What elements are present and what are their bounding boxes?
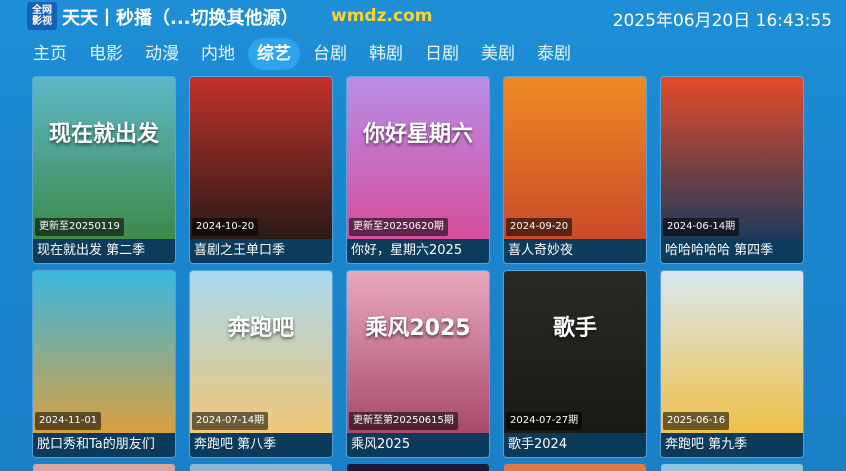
site-url: wmdz.com [331,6,433,26]
show-card-partial[interactable] [504,464,646,471]
show-card[interactable]: 你好星期六更新至20250620期你好，星期六2025 [347,77,489,263]
update-badge: 2024-09-20 [506,218,573,236]
show-title: 你好，星期六2025 [347,239,489,263]
logo-line1: 全网 [32,5,52,16]
tab-9[interactable]: 泰剧 [528,38,580,70]
show-card[interactable]: 歌手 2024-07-27期歌手2024 [504,271,646,457]
show-card[interactable]: 乘风2025 更新至第20250615期 乘风2025 [347,271,489,457]
show-title: 歌手2024 [504,433,646,457]
show-card[interactable]: 2024-11-01 脱口秀和Ta的朋友们 [33,271,175,457]
show-poster: 奔跑吧 2024-07-14期 [190,271,332,433]
show-poster: 2024-11-01 [33,271,175,433]
top-bar: 全网 影视 天天丨秒播（...切换其他源） wmdz.com 2025年06月2… [0,0,846,34]
update-badge: 2024-07-27期 [506,412,583,430]
show-card-partial[interactable] [347,464,489,471]
update-badge: 2024-07-14期 [192,412,269,430]
tab-1[interactable]: 电影 [80,38,132,70]
show-card[interactable]: 2024-06-14期哈哈哈哈哈 第四季 [661,77,803,263]
tab-3[interactable]: 内地 [192,38,244,70]
show-poster: 现在就出发更新至20250119 [33,77,175,239]
show-poster: 2024-10-20 [190,77,332,239]
show-title: 喜人奇妙夜 [504,239,646,263]
app-title[interactable]: 天天丨秒播（...切换其他源） [62,4,299,30]
update-badge: 更新至20250620期 [349,218,448,236]
tab-2[interactable]: 动漫 [136,38,188,70]
show-title: 脱口秀和Ta的朋友们 [33,433,175,457]
poster-title-art: 你好星期六 [362,122,473,147]
update-badge: 2024-06-14期 [663,218,740,236]
show-title: 乘风2025 [347,433,489,457]
show-title: 现在就出发 第二季 [33,239,175,263]
show-card[interactable]: 奔跑吧 2024-07-14期奔跑吧 第八季 [190,271,332,457]
show-card-partial[interactable] [190,464,332,471]
show-title: 喜剧之王单口季 [190,239,332,263]
show-title: 哈哈哈哈哈 第四季 [661,239,803,263]
show-card-partial[interactable] [33,464,175,471]
show-card[interactable]: 现在就出发 更新至20250119 现在就出发 第二季 [33,77,175,263]
logo-line2: 影视 [32,16,52,27]
app-logo: 全网 影视 [27,2,57,30]
show-card[interactable]: 2025-06-16 奔跑吧 第九季 [661,271,803,457]
show-card[interactable]: 2024-09-20 喜人奇妙夜 [504,77,646,263]
show-title: 奔跑吧 第九季 [661,433,803,457]
update-badge: 2024-10-20 [192,218,259,236]
show-card-partial[interactable] [661,464,803,471]
update-badge: 更新至20250119 [35,218,124,236]
category-tabs: 主页 电影 动漫 内地 综艺 台剧 韩剧 日剧 美剧 泰剧 [24,38,584,70]
tab-7[interactable]: 日剧 [416,38,468,70]
show-card[interactable]: 2024-10-20 喜剧之王单口季 [190,77,332,263]
tab-5[interactable]: 台剧 [304,38,356,70]
poster-title-art: 乘风2025 [365,316,471,341]
clock: 2025年06月20日 16:43:55 [612,11,832,31]
show-title: 奔跑吧 第八季 [190,433,332,457]
tab-0[interactable]: 主页 [24,38,76,70]
tab-4[interactable]: 综艺 [248,38,300,70]
show-poster: 乘风2025 更新至第20250615期 [347,271,489,433]
poster-title-art: 歌手 [552,316,597,341]
show-poster: 2025-06-16 [661,271,803,433]
show-poster: 歌手 2024-07-27期 [504,271,646,433]
show-poster: 2024-09-20 [504,77,646,239]
tab-6[interactable]: 韩剧 [360,38,412,70]
show-poster: 你好星期六更新至20250620期 [347,77,489,239]
update-badge: 2025-06-16 [663,412,730,430]
tab-8[interactable]: 美剧 [472,38,524,70]
update-badge: 更新至第20250615期 [349,412,458,430]
poster-title-art: 现在就出发 [48,122,159,147]
show-poster: 2024-06-14期 [661,77,803,239]
update-badge: 2024-11-01 [35,412,102,430]
poster-title-art: 奔跑吧 [227,316,294,341]
